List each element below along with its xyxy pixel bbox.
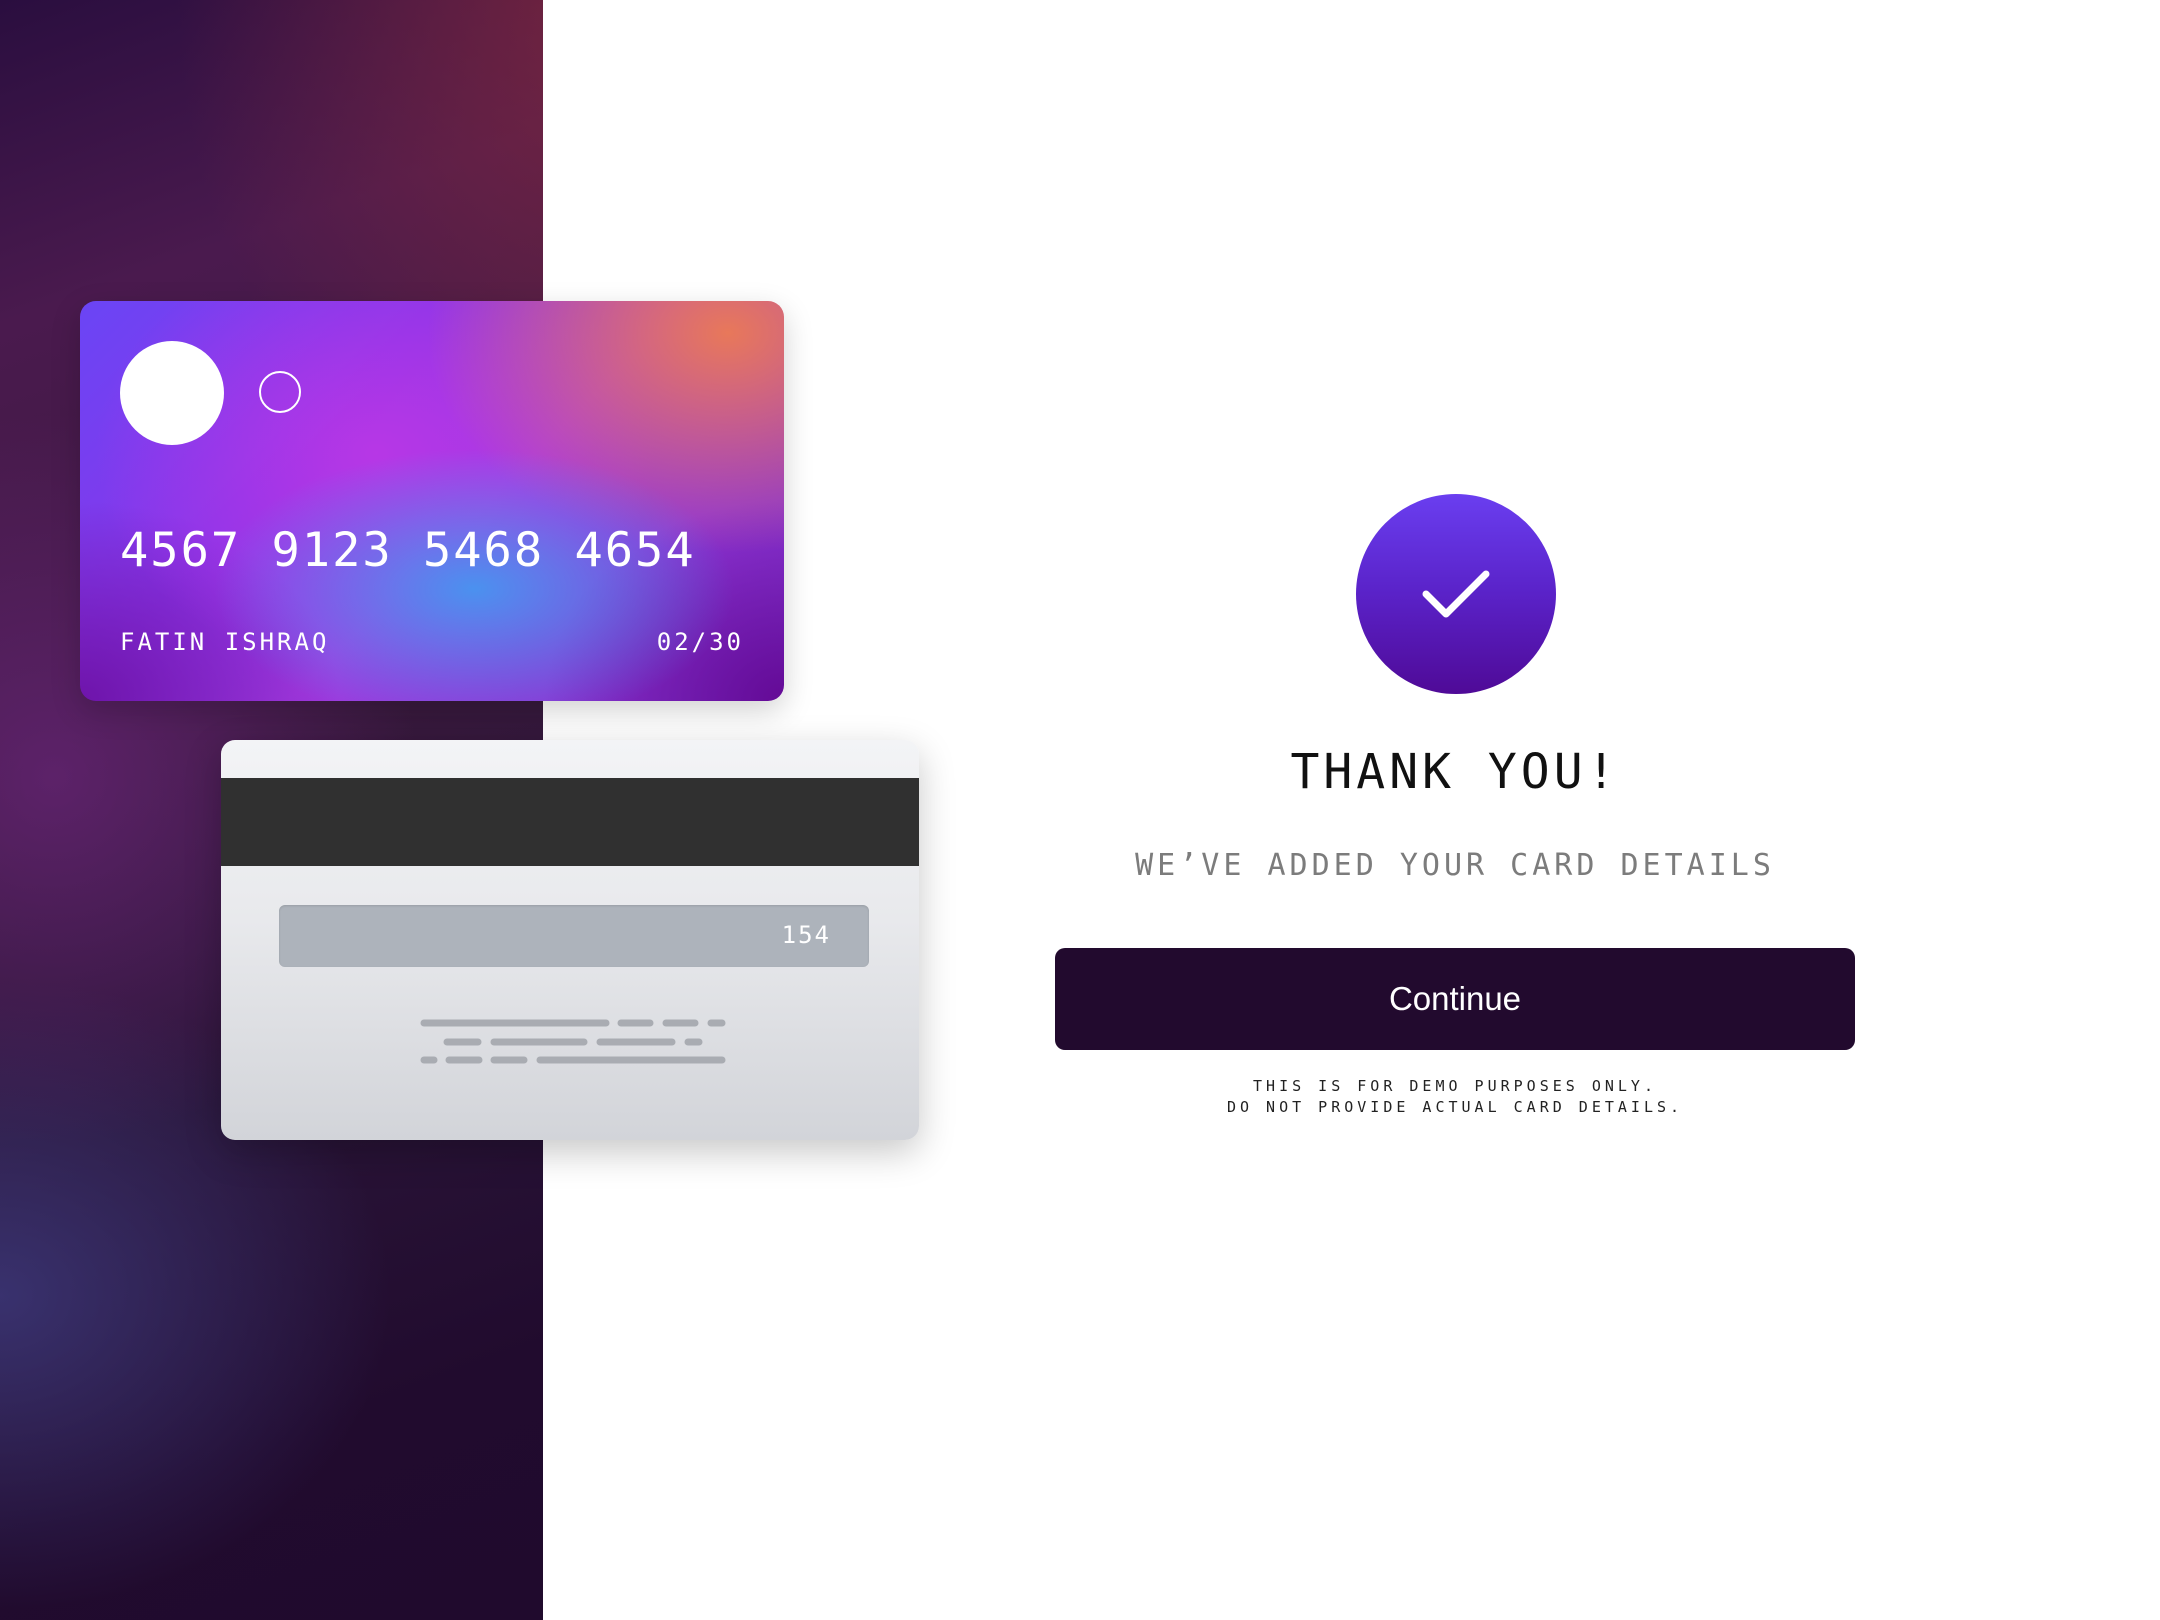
checkmark-icon <box>1422 570 1490 618</box>
page: 4567 9123 5468 4654 FATIN ISHRAQ 02/30 1… <box>0 0 2160 1620</box>
page-title: THANK YOU! <box>1290 744 1620 800</box>
success-badge <box>1356 494 1556 694</box>
card-fine-print-lines <box>420 1019 726 1064</box>
card-front-preview: 4567 9123 5468 4654 FATIN ISHRAQ 02/30 <box>80 301 784 701</box>
card-logo-circle-small <box>259 371 301 413</box>
card-logo-circle-large <box>120 341 224 445</box>
card-back-preview: 154 <box>221 740 919 1140</box>
continue-button[interactable]: Continue <box>1055 948 1855 1050</box>
card-holder-name: FATIN ISHRAQ <box>120 628 330 656</box>
disclaimer-line-1: THIS IS FOR DEMO PURPOSES ONLY. <box>1253 1077 1657 1095</box>
card-expiry-date: 02/30 <box>656 628 744 656</box>
confirmation-message: WE’VE ADDED YOUR CARD DETAILS <box>1135 848 1775 883</box>
disclaimer-line-2: DO NOT PROVIDE ACTUAL CARD DETAILS. <box>1226 1098 1684 1116</box>
demo-disclaimer: THIS IS FOR DEMO PURPOSES ONLY. DO NOT P… <box>1055 1076 1855 1118</box>
card-number: 4567 9123 5468 4654 <box>120 523 696 578</box>
